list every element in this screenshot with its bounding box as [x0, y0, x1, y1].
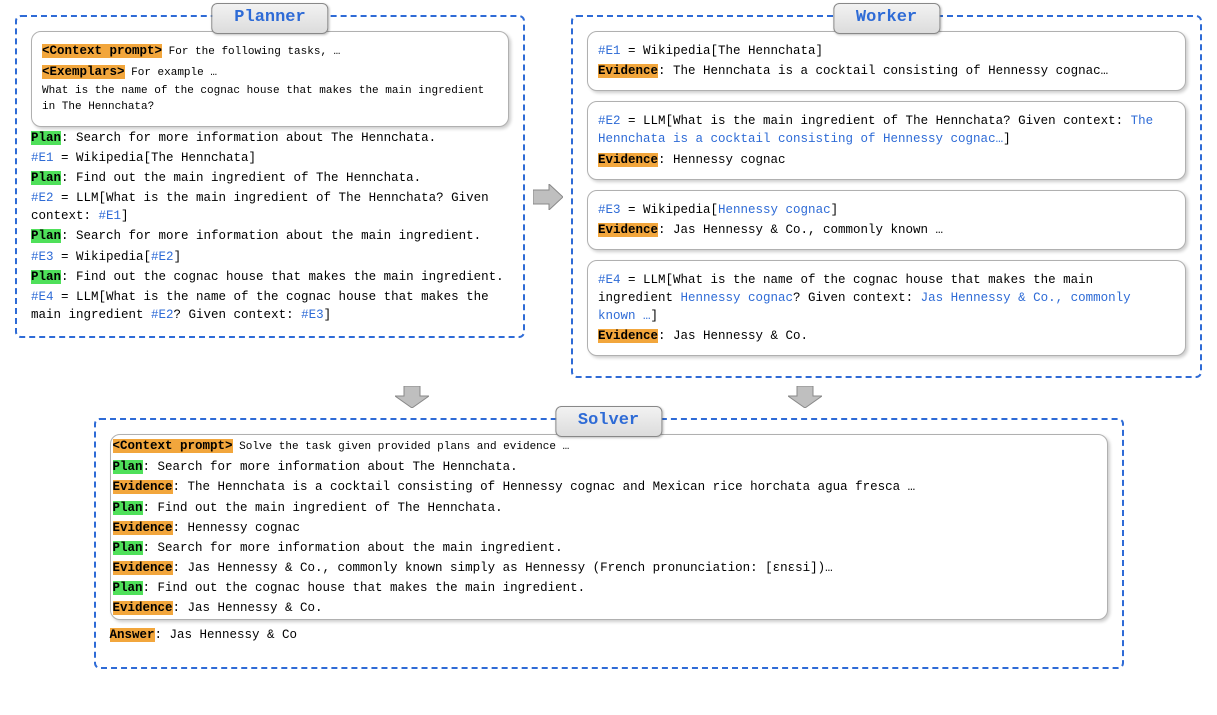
solver-p1: : Search for more information about The … — [143, 460, 518, 474]
planner-e3-ref: #E2 — [151, 250, 174, 264]
worker-panel: Worker #E1 = Wikipedia[The Hennchata] Ev… — [571, 15, 1202, 378]
worker-e3-a: = Wikipedia[ — [621, 203, 719, 217]
planner-e3-id: #E3 — [31, 250, 54, 264]
worker-card-e3: #E3 = Wikipedia[Hennessy cognac] Evidenc… — [587, 190, 1186, 250]
planner-context-tail: For the following tasks, … — [162, 46, 340, 58]
worker-e2-id: #E2 — [598, 114, 621, 128]
worker-e3-ev: : Jas Hennessy & Co., commonly known … — [658, 223, 943, 237]
worker-e1-ev: : The Hennchata is a cocktail consisting… — [658, 64, 1108, 78]
arrow-down-icon — [395, 386, 429, 408]
planner-e4-ref1: #E2 — [151, 308, 174, 322]
worker-e4-arg1: Hennessy cognac — [681, 291, 794, 305]
solver-e1: : The Hennchata is a cocktail consisting… — [173, 480, 916, 494]
solver-p2: : Find out the main ingredient of The He… — [143, 501, 503, 515]
solver-context-tail: Solve the task given provided plans and … — [233, 441, 570, 453]
evidence-label: Evidence — [598, 153, 658, 167]
exemplars-label: <Exemplars> — [42, 65, 125, 79]
solver-title: Solver — [555, 406, 662, 437]
worker-e4-c: ] — [651, 309, 659, 323]
planner-e4-ref2: #E3 — [301, 308, 324, 322]
planner-e2-ref: #E1 — [99, 209, 122, 223]
planner-e3-b: ] — [174, 250, 182, 264]
planner-p2: : Find out the main ingredient of The He… — [61, 171, 421, 185]
planner-e1-rest: = Wikipedia[The Hennchata] — [54, 151, 257, 165]
plan-label: Plan — [113, 460, 143, 474]
evidence-label: Evidence — [113, 601, 173, 615]
answer-label: Answer — [110, 628, 155, 642]
planner-p3: : Search for more information about the … — [61, 229, 481, 243]
planner-exemplars-tail: For example … — [125, 67, 217, 79]
worker-e2-b: ] — [1003, 132, 1011, 146]
worker-card-e1: #E1 = Wikipedia[The Hennchata] Evidence:… — [587, 31, 1186, 91]
worker-e4-b: ? Given context: — [793, 291, 921, 305]
plan-label: Plan — [113, 581, 143, 595]
solver-e3: : Jas Hennessy & Co., commonly known sim… — [173, 561, 833, 575]
planner-e3-a: = Wikipedia[ — [54, 250, 152, 264]
planner-e2-id: #E2 — [31, 191, 54, 205]
arrow-down-icon — [788, 386, 822, 408]
worker-card-e2: #E2 = LLM[What is the main ingredient of… — [587, 101, 1186, 179]
worker-e1-call: = Wikipedia[The Hennchata] — [621, 44, 824, 58]
solver-panel: Solver <Context prompt> Solve the task g… — [94, 418, 1124, 669]
solver-p4: : Find out the cognac house that makes t… — [143, 581, 586, 595]
worker-e3-b: ] — [831, 203, 839, 217]
worker-e1-id: #E1 — [598, 44, 621, 58]
solver-e4: : Jas Hennessy & Co. — [173, 601, 323, 615]
planner-title: Planner — [211, 3, 328, 34]
evidence-label: Evidence — [598, 329, 658, 343]
evidence-label: Evidence — [598, 64, 658, 78]
arrow-right-icon — [533, 184, 563, 210]
plan-label: Plan — [113, 501, 143, 515]
worker-e3-id: #E3 — [598, 203, 621, 217]
plan-label: Plan — [31, 229, 61, 243]
evidence-label: Evidence — [598, 223, 658, 237]
planner-e1-id: #E1 — [31, 151, 54, 165]
solver-p3: : Search for more information about the … — [143, 541, 563, 555]
plan-label: Plan — [31, 270, 61, 284]
context-prompt-label: <Context prompt> — [42, 44, 162, 58]
planner-steps: Plan: Search for more information about … — [31, 129, 509, 324]
planner-e4-id: #E4 — [31, 290, 54, 304]
planner-e4-c: ] — [324, 308, 332, 322]
planner-p1: : Search for more information about The … — [61, 131, 436, 145]
plan-label: Plan — [31, 131, 61, 145]
worker-e3-arg: Hennessy cognac — [718, 203, 831, 217]
worker-e2-a: = LLM[What is the main ingredient of The… — [621, 114, 1131, 128]
solver-e2: : Hennessy cognac — [173, 521, 301, 535]
context-prompt-label: <Context prompt> — [113, 439, 233, 453]
worker-e4-ev: : Jas Hennessy & Co. — [658, 329, 808, 343]
plan-label: Plan — [113, 541, 143, 555]
evidence-label: Evidence — [113, 561, 173, 575]
planner-panel: Planner <Context prompt> For the followi… — [15, 15, 525, 338]
worker-title: Worker — [833, 3, 940, 34]
solver-answer: : Jas Hennessy & Co — [155, 628, 298, 642]
worker-e2-ev: : Hennessy cognac — [658, 153, 786, 167]
planner-prompt-card: <Context prompt> For the following tasks… — [31, 31, 509, 127]
planner-e4-b: ? Given context: — [174, 308, 302, 322]
planner-e2-b: ] — [121, 209, 129, 223]
evidence-label: Evidence — [113, 480, 173, 494]
worker-card-e4: #E4 = LLM[What is the name of the cognac… — [587, 260, 1186, 357]
worker-e4-id: #E4 — [598, 273, 621, 287]
solver-card: <Context prompt> Solve the task given pr… — [110, 434, 1108, 620]
plan-label: Plan — [31, 171, 61, 185]
planner-question: What is the name of the cognac house tha… — [42, 84, 498, 116]
planner-p4: : Find out the cognac house that makes t… — [61, 270, 504, 284]
evidence-label: Evidence — [113, 521, 173, 535]
